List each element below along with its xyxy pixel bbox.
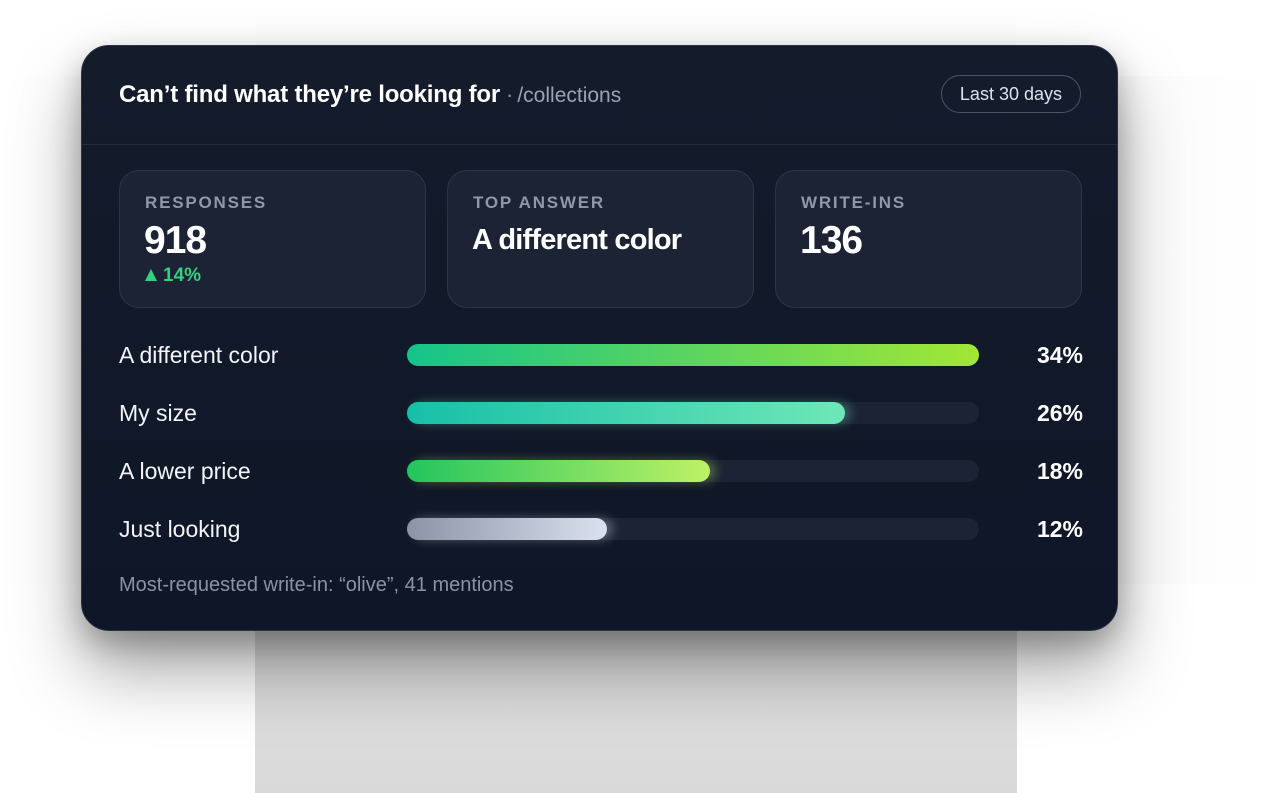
answer-bar-track: [407, 402, 979, 424]
answer-row: A different color 34%: [119, 340, 1083, 370]
answer-label: A lower price: [119, 458, 251, 484]
write-ins-label: WRITE-INS: [801, 193, 906, 212]
top-answer-value: A different color: [472, 224, 682, 256]
answer-percent: 34%: [1036, 342, 1083, 368]
responses-label: RESPONSES: [145, 193, 268, 212]
date-range-button[interactable]: Last 30 days: [940, 75, 1081, 113]
trend-up-icon: [145, 269, 157, 281]
card-title: Can’t find what they’re looking for ·/col…: [119, 81, 621, 109]
card-header: Can’t find what they’re looking for ·/col…: [82, 46, 1117, 145]
responses-delta: 14%: [145, 265, 201, 287]
answer-bar-fill: [407, 460, 711, 482]
answer-percent: 26%: [1036, 400, 1083, 426]
answer-bar-track: [407, 344, 979, 366]
answer-percent: 12%: [1036, 516, 1083, 542]
answer-row: A lower price 18%: [119, 456, 1083, 486]
responses-value: 918: [144, 219, 207, 262]
answer-bar-track: [407, 518, 979, 540]
answer-bar-fill: [407, 518, 608, 540]
title-separator: ·: [506, 82, 514, 107]
responses-delta-value: 14%: [163, 265, 202, 286]
write-in-footnote: Most-requested write-in: “olive”, 41 men…: [119, 574, 514, 596]
answer-bar-track: [407, 460, 979, 482]
answer-label: Just looking: [119, 516, 241, 542]
answer-bar-fill: [407, 344, 979, 366]
top-answer-label: TOP ANSWER: [473, 193, 605, 212]
write-ins-value: 136: [800, 219, 863, 262]
page-path: /collections: [517, 84, 622, 107]
question-title: Can’t find what they’re looking for: [119, 81, 501, 108]
write-ins-stat-card: WRITE-INS 136: [775, 170, 1082, 308]
answer-label: A different color: [119, 342, 279, 368]
answer-percent: 18%: [1036, 458, 1083, 484]
answer-bar-fill: [407, 402, 845, 424]
responses-stat-card: RESPONSES 918 14%: [119, 170, 426, 308]
top-answer-stat-card: TOP ANSWER A different color: [447, 170, 754, 308]
answer-label: My size: [119, 400, 197, 426]
answer-row: Just looking 12%: [119, 514, 1083, 544]
answer-row: My size 26%: [119, 398, 1083, 428]
survey-results-card: Can’t find what they’re looking for ·/col…: [81, 45, 1118, 631]
